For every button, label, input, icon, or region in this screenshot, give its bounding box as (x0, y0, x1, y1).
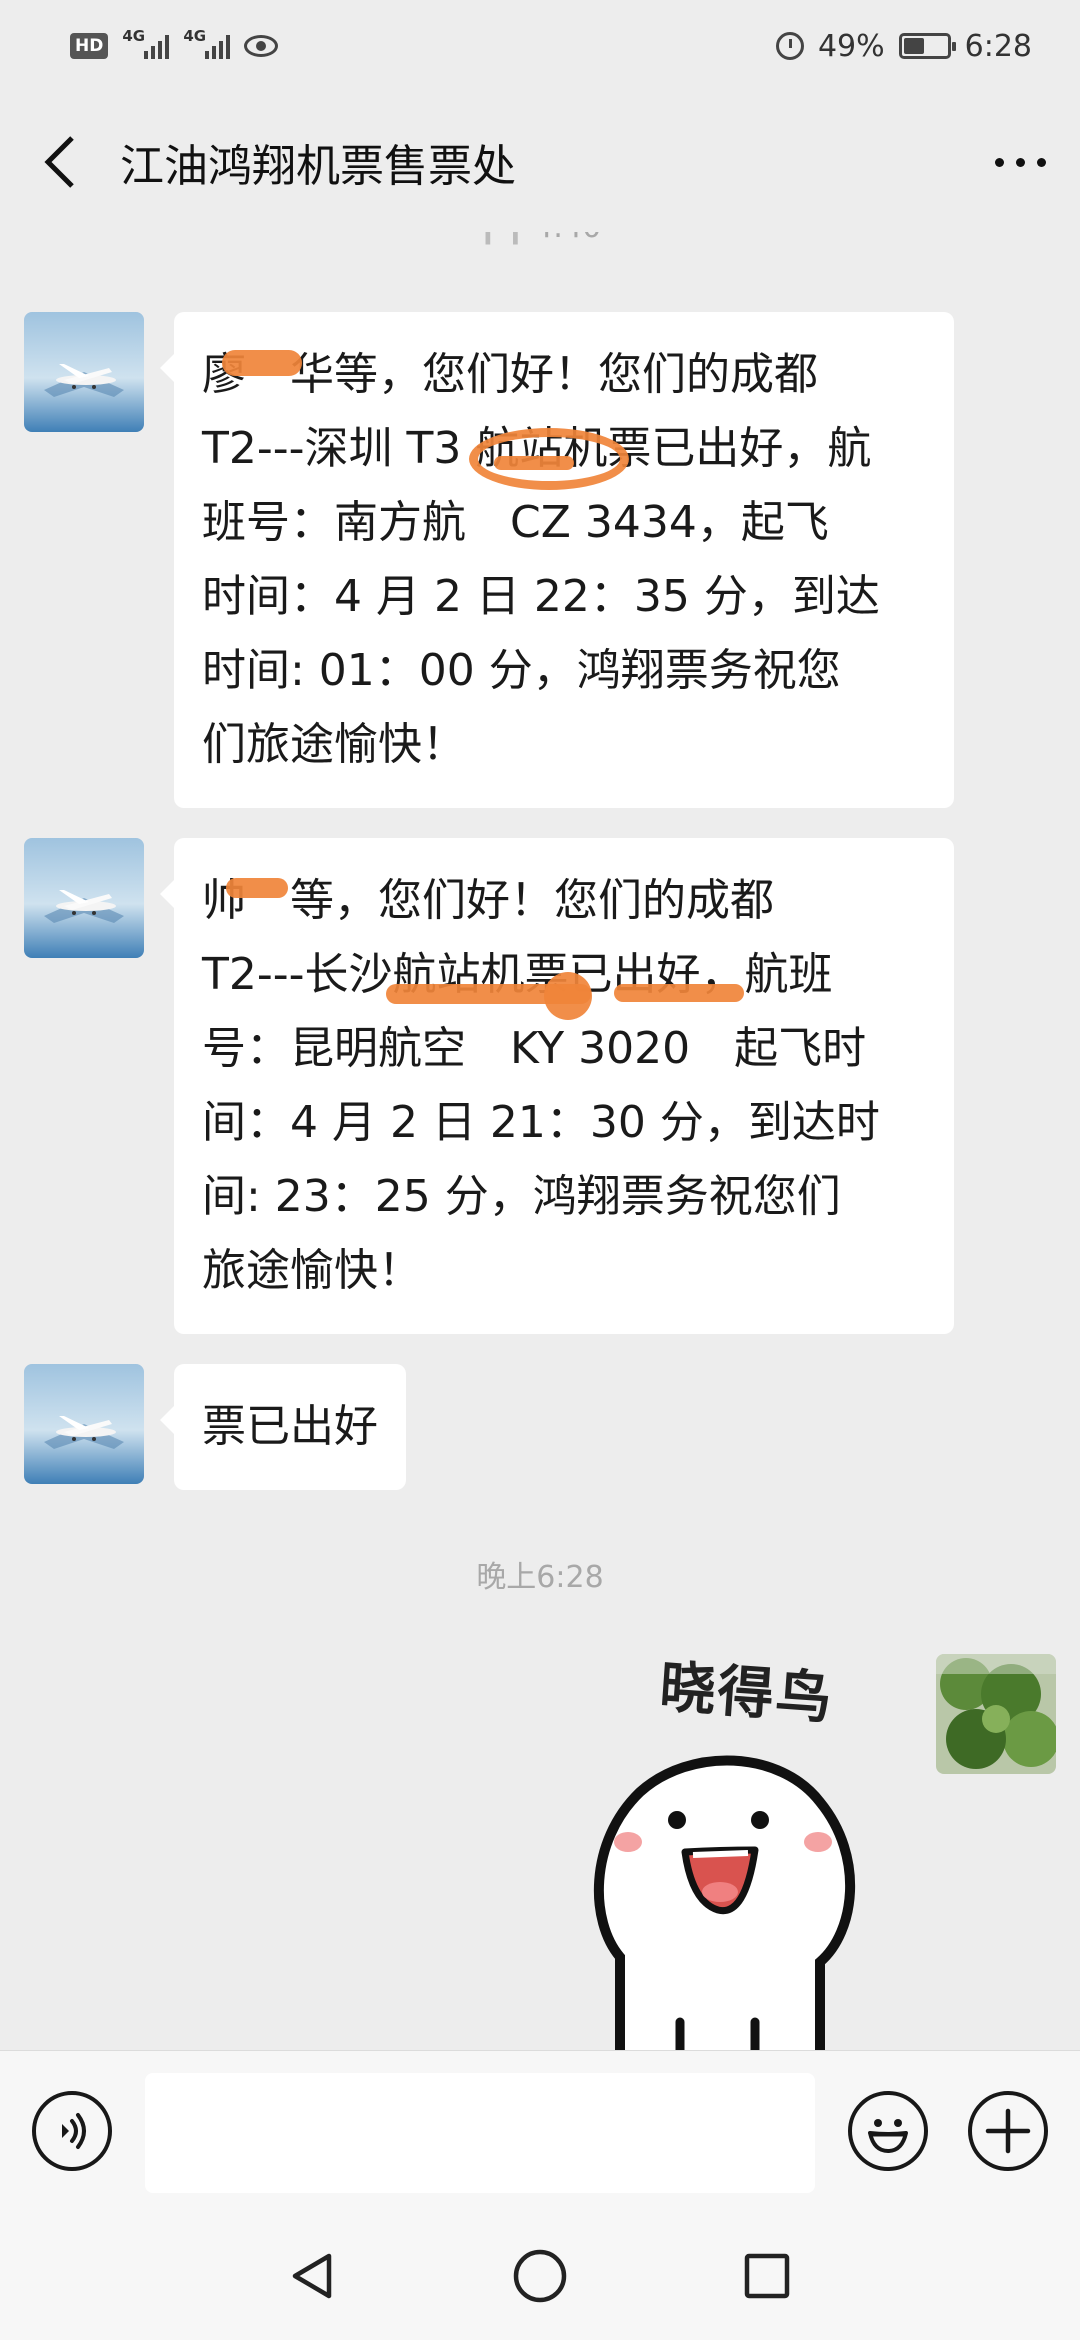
message-line: 廖 华等，您们好！您们的成都 (202, 349, 818, 400)
redaction-mark (614, 984, 744, 1002)
chevron-left-icon (44, 136, 74, 188)
message-line: 号：昆明航空 KY 3020 起飞时 (202, 1023, 867, 1074)
self-avatar[interactable] (936, 1654, 1056, 1774)
more-dots-icon (994, 157, 1004, 167)
sticker[interactable]: 晓得鸟 (580, 1642, 880, 2050)
avatar[interactable] (24, 312, 144, 432)
message-row: 廖 华等，您们好！您们的成都 T2---深圳 T3 航站机票已出好，航 班号：南… (24, 312, 954, 808)
clock: 6:28 (964, 28, 1032, 64)
nav-home-button[interactable] (500, 2236, 580, 2316)
airplane-avatar-icon (24, 838, 144, 958)
redaction-mark (222, 350, 302, 376)
input-bar (0, 2050, 1080, 2212)
message-bubble[interactable]: 帅 等，您们好！您们的成都 T2---长沙航站机票已出好，航班 号：昆明航空 K… (160, 838, 954, 1334)
redaction-mark (494, 456, 574, 470)
self-avatar-row (936, 1654, 1056, 1774)
redaction-mark (544, 972, 592, 1020)
message-line: 时间：4 月 2 日 22：35 分，到达 (202, 571, 880, 622)
plus-icon (985, 2108, 1031, 2154)
battery-icon (898, 33, 956, 59)
more-button[interactable] (960, 92, 1080, 232)
message-line: 班号：南方航 CZ 3434，起飞 (202, 497, 829, 548)
network-type-label: 4G (122, 27, 146, 45)
message-line: 时间: 01：00 分，鸿翔票务祝您 (202, 645, 841, 696)
message-bubble[interactable]: 廖 华等，您们好！您们的成都 T2---深圳 T3 航站机票已出好，航 班号：南… (160, 312, 954, 808)
voice-icon (62, 2113, 86, 2149)
hd-badge: HD (70, 33, 109, 59)
triangle-back-icon (293, 2253, 332, 2299)
message-line: 间: 23：25 分，鸿翔票务祝您们 (202, 1171, 841, 1222)
battery-fill (903, 38, 925, 54)
system-nav-bar (0, 2212, 1080, 2340)
message-input[interactable] (145, 2073, 815, 2193)
chat-title: 江油鸿翔机票售票处 (120, 141, 516, 192)
signal-icon-2: 4G (183, 27, 231, 59)
redaction-mark (226, 878, 288, 898)
circle-home-icon (513, 2249, 567, 2303)
square-recent-icon (744, 2253, 789, 2299)
status-bar: HD 4G 4G 49% 6:28 (0, 0, 1080, 92)
eye-comfort-icon (244, 35, 279, 57)
message-line: 间：4 月 2 日 21：30 分，到达时 (202, 1097, 880, 1148)
voice-button[interactable] (32, 2091, 112, 2171)
battery-percent: 49% (817, 28, 885, 64)
avatar[interactable] (24, 1364, 144, 1484)
chat-header: 江油鸿翔机票售票处 (0, 92, 1080, 232)
signal-icon: 4G (122, 27, 170, 59)
message-row: 票已出好 (24, 1364, 406, 1490)
message-row: 帅 等，您们好！您们的成都 T2---长沙航站机票已出好，航班 号：昆明航空 K… (24, 838, 954, 1334)
message-line: 旅途愉快！ (202, 1245, 422, 1296)
status-right: 49% 6:28 (775, 28, 1032, 64)
back-button[interactable] (0, 92, 120, 232)
plus-button[interactable] (968, 2091, 1048, 2171)
message-line: 票已出好 (202, 1401, 378, 1452)
emoji-button[interactable] (848, 2091, 928, 2171)
airplane-avatar-icon (24, 1364, 144, 1484)
message-bubble[interactable]: 票已出好 (160, 1364, 406, 1490)
airplane-avatar-icon (24, 312, 144, 432)
status-left: HD 4G 4G (70, 27, 279, 59)
emoji-icon (868, 2119, 908, 2153)
plant-avatar-icon (936, 1654, 1056, 1774)
time-separator: 晚上6:28 (476, 1560, 604, 1595)
time-separator-partial: ┃ ┃ 4:40 (0, 232, 1080, 245)
nav-recent-button[interactable] (727, 2236, 807, 2316)
nav-back-button[interactable] (273, 2236, 353, 2316)
message-line: 帅 等，您们好！您们的成都 (202, 875, 774, 926)
message-line: 们旅途愉快！ (202, 719, 466, 770)
avatar[interactable] (24, 838, 144, 958)
chat-area[interactable]: ┃ ┃ 4:40 廖 华等，您们好！您们的成都 T2---深圳 T3 航站机票已… (0, 232, 1080, 2050)
network-type-label-2: 4G (183, 27, 207, 45)
alarm-icon (775, 32, 804, 60)
smiley-sticker-icon (593, 1755, 855, 2050)
